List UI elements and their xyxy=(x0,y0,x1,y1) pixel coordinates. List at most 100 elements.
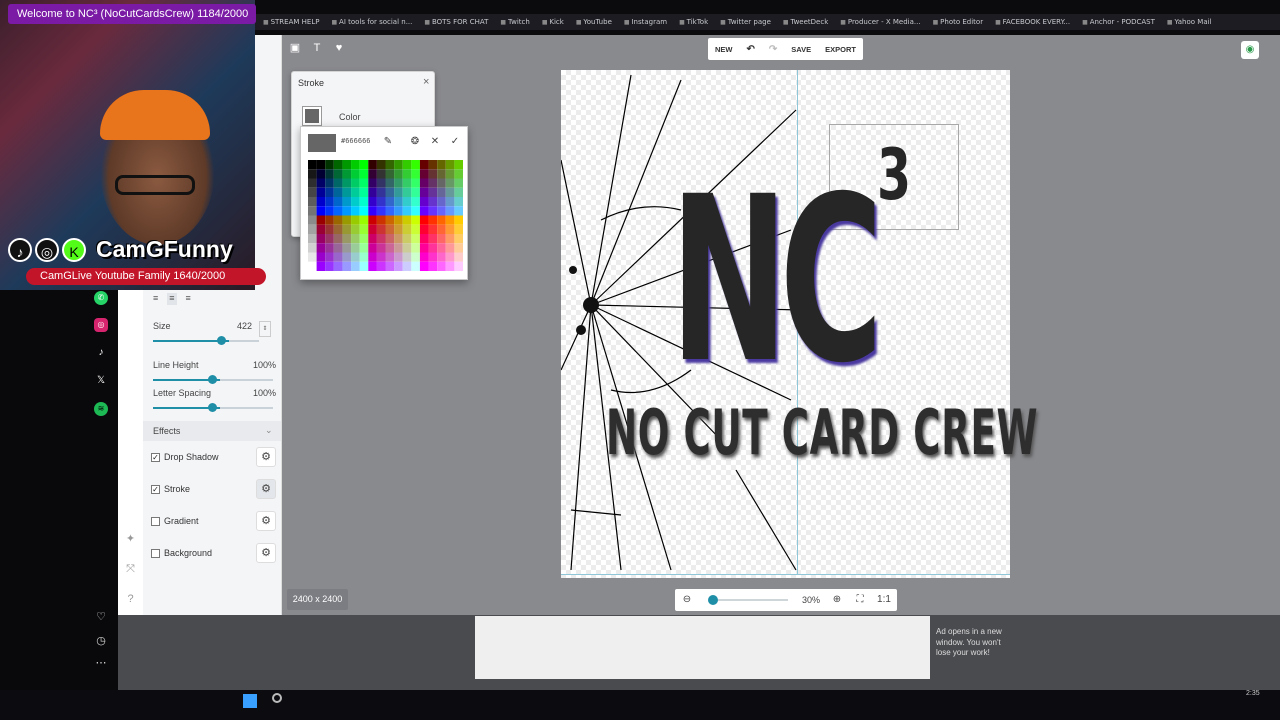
color-cell[interactable] xyxy=(342,261,352,271)
color-cell[interactable] xyxy=(342,206,352,216)
color-cell[interactable] xyxy=(445,197,455,207)
color-cell[interactable] xyxy=(342,215,352,225)
color-cell[interactable] xyxy=(308,234,317,244)
color-cell[interactable] xyxy=(376,197,386,207)
color-cell[interactable] xyxy=(333,215,343,225)
color-cell[interactable] xyxy=(411,252,420,262)
color-cell[interactable] xyxy=(368,178,377,188)
color-cell[interactable] xyxy=(351,224,360,234)
effect-row[interactable]: ✓ Stroke ⚙ xyxy=(151,477,276,501)
size-value[interactable]: 422 xyxy=(237,321,252,331)
color-cell[interactable] xyxy=(359,252,369,262)
color-cell[interactable] xyxy=(428,252,438,262)
color-cell[interactable] xyxy=(376,261,386,271)
color-cell[interactable] xyxy=(316,215,326,225)
color-cell[interactable] xyxy=(333,178,343,188)
color-cell[interactable] xyxy=(419,206,429,216)
color-cell[interactable] xyxy=(394,252,403,262)
color-cell[interactable] xyxy=(394,215,403,225)
color-cell[interactable] xyxy=(316,224,326,234)
color-cell[interactable] xyxy=(342,234,352,244)
undo-icon[interactable]: ↶ xyxy=(747,44,755,55)
resize-icon[interactable]: ⤧ xyxy=(118,559,143,579)
color-cell[interactable] xyxy=(437,160,446,170)
color-cell[interactable] xyxy=(419,160,429,170)
color-cell[interactable] xyxy=(316,187,326,197)
color-cell[interactable] xyxy=(437,197,446,207)
color-cell[interactable] xyxy=(437,261,446,271)
color-cell[interactable] xyxy=(376,169,386,179)
align-right-icon[interactable]: ≡ xyxy=(186,293,191,305)
color-cell[interactable] xyxy=(333,169,343,179)
color-cell[interactable] xyxy=(385,187,395,197)
color-cell[interactable] xyxy=(411,243,420,253)
size-stepper[interactable]: ⇕ xyxy=(259,321,271,337)
color-cell[interactable] xyxy=(333,234,343,244)
color-cell[interactable] xyxy=(419,169,429,179)
bookmark-item[interactable]: Anchor - PODCAST xyxy=(1082,14,1155,30)
search-icon[interactable] xyxy=(272,693,282,703)
color-cell[interactable] xyxy=(402,243,412,253)
color-cell[interactable] xyxy=(411,215,420,225)
bookmark-item[interactable]: TikTok xyxy=(679,14,708,30)
line-height-value[interactable]: 100% xyxy=(253,360,276,370)
color-cell[interactable] xyxy=(394,169,403,179)
color-cell[interactable] xyxy=(316,206,326,216)
color-cell[interactable] xyxy=(368,234,377,244)
palette-icon[interactable]: ❂ xyxy=(407,134,423,150)
color-cell[interactable] xyxy=(342,252,352,262)
save-button[interactable]: SAVE xyxy=(791,45,811,54)
color-cell[interactable] xyxy=(368,224,377,234)
color-cell[interactable] xyxy=(437,252,446,262)
color-cell[interactable] xyxy=(376,206,386,216)
color-cell[interactable] xyxy=(368,261,377,271)
heart-icon[interactable]: ♡ xyxy=(94,610,108,624)
color-cell[interactable] xyxy=(325,206,334,216)
color-cell[interactable] xyxy=(385,234,395,244)
color-cell[interactable] xyxy=(376,224,386,234)
color-cell[interactable] xyxy=(419,178,429,188)
image-icon[interactable]: ▣ xyxy=(287,40,303,56)
color-cell[interactable] xyxy=(325,215,334,225)
bookmark-item[interactable]: Instagram xyxy=(624,14,667,30)
color-cell[interactable] xyxy=(437,169,446,179)
color-cell[interactable] xyxy=(359,169,369,179)
color-cell[interactable] xyxy=(402,187,412,197)
color-cell[interactable] xyxy=(351,252,360,262)
color-cell[interactable] xyxy=(342,224,352,234)
color-cell[interactable] xyxy=(351,215,360,225)
color-cell[interactable] xyxy=(411,261,420,271)
color-cell[interactable] xyxy=(454,261,463,271)
color-cell[interactable] xyxy=(316,160,326,170)
color-cell[interactable] xyxy=(342,178,352,188)
color-cell[interactable] xyxy=(308,206,317,216)
gear-icon[interactable]: ⚙ xyxy=(256,511,276,531)
color-cell[interactable] xyxy=(376,234,386,244)
color-cell[interactable] xyxy=(394,234,403,244)
color-cell[interactable] xyxy=(385,215,395,225)
color-cell[interactable] xyxy=(351,178,360,188)
color-cell[interactable] xyxy=(411,160,420,170)
bookmark-item[interactable]: TweetDeck xyxy=(783,14,828,30)
color-cell[interactable] xyxy=(445,169,455,179)
color-cell[interactable] xyxy=(333,252,343,262)
color-cell[interactable] xyxy=(368,197,377,207)
color-cell[interactable] xyxy=(454,206,463,216)
color-cell[interactable] xyxy=(359,197,369,207)
color-cell[interactable] xyxy=(308,261,317,271)
heart-shape-icon[interactable]: ♥ xyxy=(331,40,347,56)
color-cell[interactable] xyxy=(419,215,429,225)
color-cell[interactable] xyxy=(359,160,369,170)
gear-icon[interactable]: ⚙ xyxy=(256,543,276,563)
color-cell[interactable] xyxy=(445,178,455,188)
color-cell[interactable] xyxy=(368,252,377,262)
color-cell[interactable] xyxy=(308,197,317,207)
color-cell[interactable] xyxy=(428,261,438,271)
whatsapp-icon[interactable]: ✆ xyxy=(94,291,108,305)
color-cell[interactable] xyxy=(385,160,395,170)
color-cell[interactable] xyxy=(385,261,395,271)
color-cell[interactable] xyxy=(359,243,369,253)
color-cell[interactable] xyxy=(402,206,412,216)
color-cell[interactable] xyxy=(445,234,455,244)
close-icon[interactable]: × xyxy=(423,76,429,88)
